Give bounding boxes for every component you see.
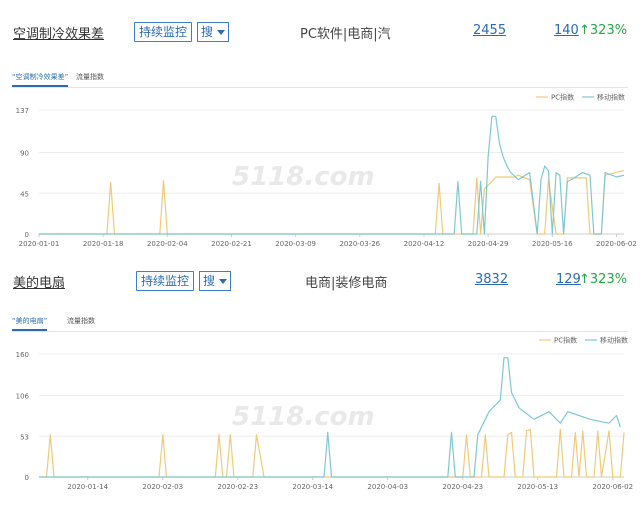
growth-value: 323% <box>589 272 628 287</box>
tab-traffic-index[interactable]: 流量指数 <box>76 72 104 82</box>
y-tick-label: 45 <box>20 190 29 198</box>
y-tick-label: 0 <box>25 474 29 482</box>
chevron-down-icon <box>217 30 226 35</box>
x-tick-label: 2020-04-23 <box>442 483 483 491</box>
continuous-monitor-button[interactable]: 持续监控 <box>136 271 195 291</box>
y-tick-label: 53 <box>20 433 29 441</box>
x-tick-label: 2020-05-13 <box>517 483 558 491</box>
rank-link[interactable]: 129 <box>556 272 581 287</box>
chart-2: 5118.com 0 53 106 160 2020-01-14 2020-02-03 202… <box>16 336 633 492</box>
x-tick-label: 2020-01-18 <box>83 240 124 248</box>
growth-indicator: ↑323% <box>579 23 627 38</box>
search-label: 搜 <box>203 274 216 288</box>
watermark: 5118.com <box>232 402 375 432</box>
x-tick-label: 2020-03-26 <box>339 240 380 248</box>
arrow-up-icon: ↑ <box>579 272 590 287</box>
chart-tabs-1: “空调制冷效果差” 流量指数 <box>12 69 628 88</box>
y-tick-label: 90 <box>20 150 29 158</box>
legend-label[interactable]: 移动指数 <box>597 93 625 102</box>
keyword-link[interactable]: 美的电扇 <box>13 272 65 291</box>
search-dropdown-button[interactable]: 搜 <box>199 271 232 291</box>
search-dropdown-button[interactable]: 搜 <box>197 22 230 42</box>
keyword-row-1: 空调制冷效果差 持续监控 搜 PC软件|电商|汽 2455 140 ↑323% <box>0 20 640 48</box>
tab-traffic-index[interactable]: 流量指数 <box>67 316 95 326</box>
tab-keyword[interactable]: “空调制冷效果差” <box>12 72 69 87</box>
x-tick-label: 2020-02-23 <box>217 483 258 491</box>
growth-indicator: ↑323% <box>579 272 627 287</box>
x-tick-label: 2020-02-21 <box>211 240 252 248</box>
chart-tabs-2: “美的电扇” 流量指数 <box>12 313 628 332</box>
y-tick-label: 137 <box>16 107 29 115</box>
x-tick-label: 2020-01-14 <box>67 483 108 491</box>
growth-value: 323% <box>589 23 628 38</box>
y-tick-label: 106 <box>16 393 30 401</box>
continuous-monitor-button[interactable]: 持续监控 <box>134 22 193 42</box>
watermark: 5118.com <box>232 162 375 192</box>
x-tick-label: 2020-04-29 <box>468 240 509 248</box>
index-count-link[interactable]: 3832 <box>475 272 508 287</box>
x-tick-label: 2020-02-04 <box>147 240 188 248</box>
x-tick-label: 2020-01-01 <box>19 240 60 248</box>
x-tick-label: 2020-03-14 <box>292 483 333 491</box>
keyword-row-2: 美的电扇 持续监控 搜 电商|装修电商 3832 129 ↑323% <box>0 269 640 297</box>
arrow-up-icon: ↑ <box>579 23 590 38</box>
x-tick-label: 2020-04-12 <box>404 240 445 248</box>
legend-label[interactable]: PC指数 <box>551 93 574 102</box>
keyword-link[interactable]: 空调制冷效果差 <box>13 23 104 42</box>
legend-label[interactable]: PC指数 <box>554 336 577 345</box>
rank-link[interactable]: 140 <box>554 23 579 38</box>
y-tick-label: 160 <box>16 351 29 359</box>
industry-category: 电商|装修电商 <box>305 276 388 291</box>
x-tick-label: 2020-03-09 <box>275 240 316 248</box>
search-label: 搜 <box>201 25 214 39</box>
x-tick-label: 2020-02-03 <box>142 483 183 491</box>
tab-keyword[interactable]: “美的电扇” <box>12 316 48 331</box>
industry-category: PC软件|电商|汽 <box>300 27 391 42</box>
x-tick-label: 2020-06-02 <box>596 240 637 248</box>
index-count-link[interactable]: 2455 <box>473 23 506 38</box>
chart-1: 5118.com 0 45 90 137 2020-01-01 2020-01-18 2020… <box>16 93 637 249</box>
x-tick-label: 2020-06-02 <box>592 483 633 491</box>
x-tick-label: 2020-04-03 <box>367 483 408 491</box>
legend-label[interactable]: 移动指数 <box>600 336 628 345</box>
chevron-down-icon <box>219 279 228 284</box>
x-tick-label: 2020-05-16 <box>532 240 573 248</box>
y-tick-label: 0 <box>25 231 29 239</box>
